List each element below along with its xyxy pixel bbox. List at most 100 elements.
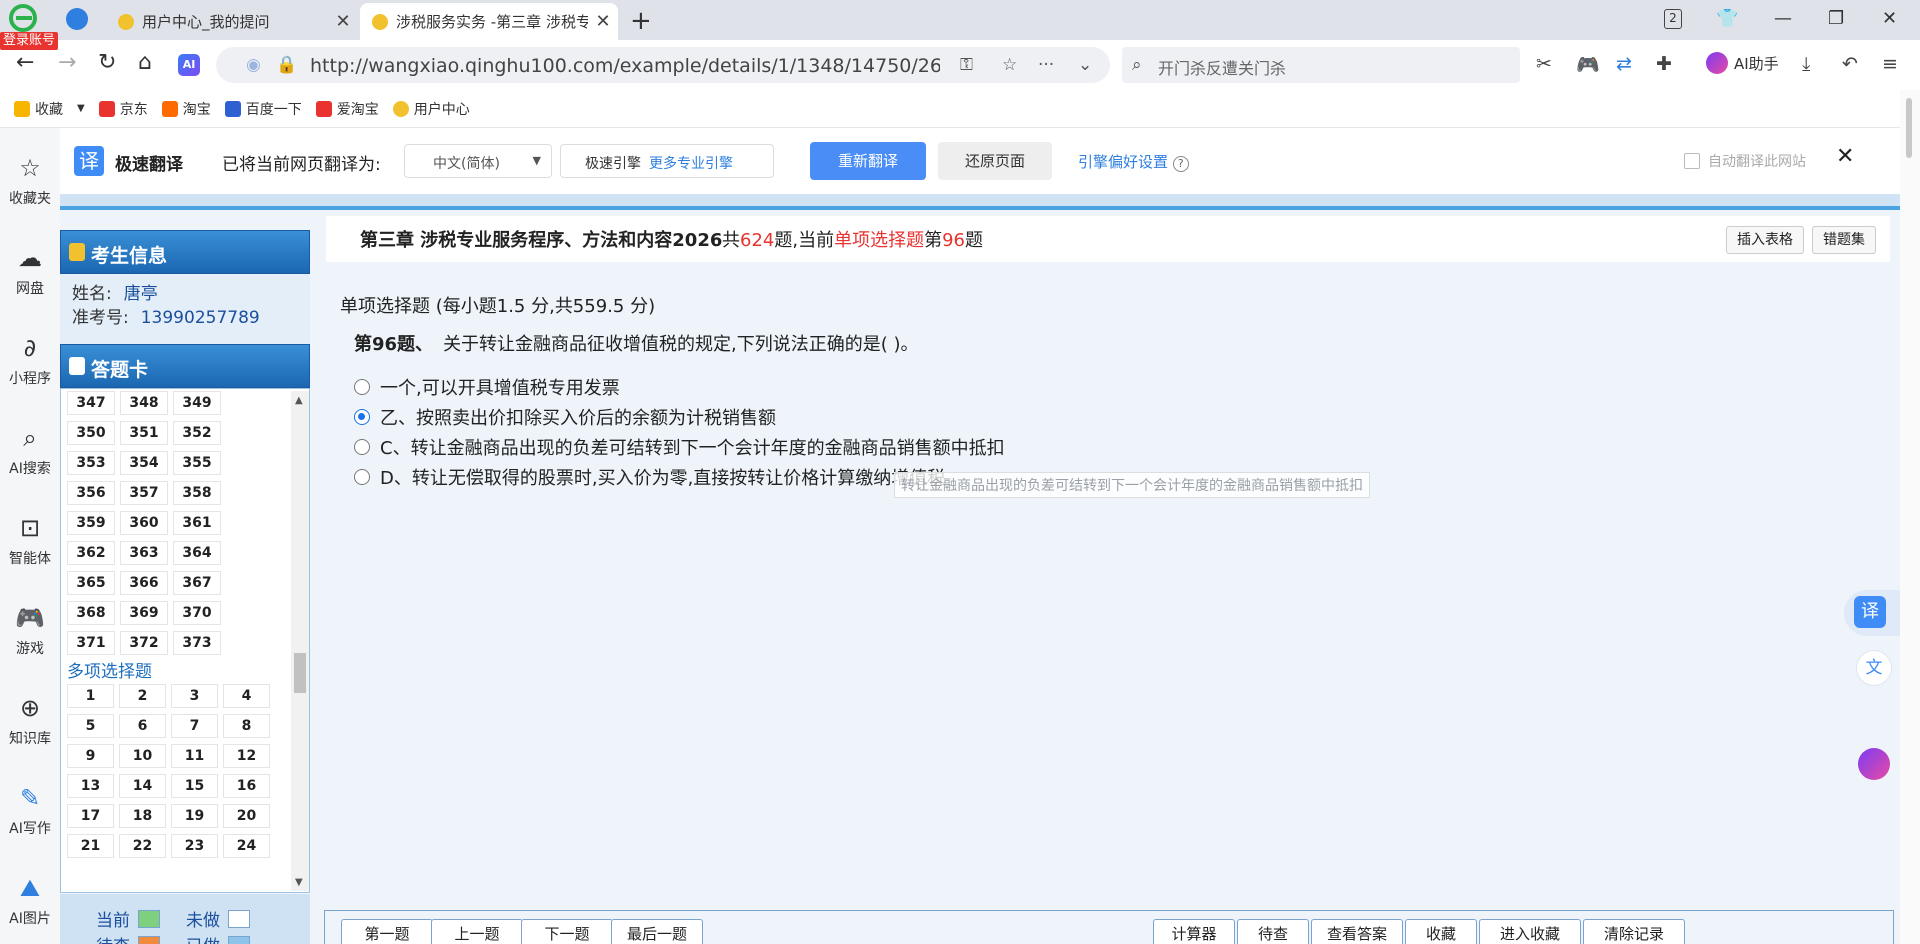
option-text[interactable]: 乙、按照卖出价扣除买入价后的余额为计税销售额 xyxy=(380,404,776,430)
question-number-cell[interactable]: 21 xyxy=(67,834,114,858)
game-icon[interactable]: 🎮 xyxy=(1576,53,1600,76)
forward-icon[interactable]: → xyxy=(58,50,76,75)
menu-icon[interactable]: ≡ xyxy=(1882,53,1898,75)
bookmark-user-center[interactable]: 用户中心 xyxy=(392,99,470,119)
question-number-cell[interactable]: 6 xyxy=(119,714,166,738)
option-text[interactable]: D、转让无偿取得的股票时,买入价为零,直接按转让价格计算缴纳增值税 xyxy=(380,464,945,490)
close-icon[interactable]: ✕ xyxy=(1836,144,1854,169)
next-question-button[interactable]: 下一题 xyxy=(521,919,613,944)
star-icon[interactable]: ☆ xyxy=(1002,55,1017,75)
translate-icon[interactable]: ⇄ xyxy=(1616,53,1632,75)
more-icon[interactable]: ··· xyxy=(1038,55,1054,75)
enter-favorites-button[interactable]: 进入收藏 xyxy=(1479,919,1581,944)
question-number-cell[interactable]: 2 xyxy=(119,684,166,708)
scroll-up-icon[interactable]: ▲ xyxy=(295,395,303,406)
scroll-thumb[interactable] xyxy=(294,653,306,693)
first-question-button[interactable]: 第一题 xyxy=(341,919,433,944)
question-number-cell[interactable]: 23 xyxy=(171,834,218,858)
tab-user-center[interactable]: 用户中心_我的提问 ✕ xyxy=(106,3,358,40)
option-c[interactable]: C、转让金融商品出现的负差可结转到下一个会计年度的金融商品销售额中抵扣 xyxy=(354,434,1005,460)
question-number-cell[interactable]: 368 xyxy=(67,601,115,625)
clear-records-button[interactable]: 清除记录 xyxy=(1583,919,1685,944)
view-answer-button[interactable]: 查看答案 xyxy=(1311,919,1403,944)
scissors-icon[interactable]: ✂ xyxy=(1536,53,1552,75)
radio-button[interactable] xyxy=(354,409,370,425)
question-number-cell[interactable]: 351 xyxy=(120,421,168,445)
language-select[interactable]: 中文(简体) ▼ xyxy=(404,144,552,178)
chevron-down-icon[interactable]: ▼ xyxy=(77,103,85,114)
question-number-cell[interactable]: 5 xyxy=(67,714,114,738)
sidebar-item-favorites[interactable]: ☆ 收藏夹 xyxy=(0,154,60,208)
question-number-cell[interactable]: 348 xyxy=(120,391,168,415)
option-b[interactable]: 乙、按照卖出价扣除买入价后的余额为计税销售额 xyxy=(354,404,776,430)
more-engines-link[interactable]: 更多专业引擎 xyxy=(649,156,733,172)
scroll-thumb[interactable] xyxy=(1906,98,1912,158)
engine-selector[interactable]: 极速引擎 更多专业引擎 xyxy=(560,144,774,178)
question-number-cell[interactable]: 350 xyxy=(67,421,115,445)
bookmark-taobao[interactable]: 淘宝 xyxy=(161,99,211,119)
question-number-cell[interactable]: 371 xyxy=(67,631,115,655)
help-icon[interactable]: ? xyxy=(1172,156,1189,172)
sidebar-item-miniprogram[interactable]: ∂ 小程序 xyxy=(0,334,60,388)
question-number-cell[interactable]: 9 xyxy=(67,744,114,768)
last-question-button[interactable]: 最后一题 xyxy=(611,919,703,944)
undo-icon[interactable]: ↶ xyxy=(1842,53,1858,75)
insert-table-button[interactable]: 插入表格 xyxy=(1726,226,1804,254)
question-number-cell[interactable]: 18 xyxy=(119,804,166,828)
page-scrollbar[interactable] xyxy=(1900,90,1920,944)
lock-icon[interactable]: 🔒 xyxy=(276,55,297,75)
floating-text-button[interactable]: 文 xyxy=(1856,650,1892,686)
shirt-icon[interactable]: 👕 xyxy=(1716,8,1738,29)
retranslate-button[interactable]: 重新翻译 xyxy=(810,142,926,180)
sidebar-item-agent[interactable]: ⊡ 智能体 xyxy=(0,514,60,568)
question-number-cell[interactable]: 367 xyxy=(173,571,221,595)
question-number-cell[interactable]: 1 xyxy=(67,684,114,708)
reload-icon[interactable]: ↻ xyxy=(98,50,116,75)
floating-translate-button[interactable]: 译 xyxy=(1844,590,1900,636)
question-number-cell[interactable]: 10 xyxy=(119,744,166,768)
back-icon[interactable]: ← xyxy=(16,50,34,75)
question-number-cell[interactable]: 355 xyxy=(173,451,221,475)
sidebar-item-knowledge[interactable]: ⊕ 知识库 xyxy=(0,694,60,748)
question-number-cell[interactable]: 361 xyxy=(173,511,221,535)
restore-page-button[interactable]: 还原页面 xyxy=(938,142,1052,180)
ai-icon[interactable]: AI xyxy=(178,54,200,76)
sidebar-item-ai-search[interactable]: ⌕ AI搜索 xyxy=(0,424,60,478)
question-number-cell[interactable]: 356 xyxy=(67,481,115,505)
question-number-cell[interactable]: 7 xyxy=(171,714,218,738)
radio-button[interactable] xyxy=(354,469,370,485)
option-text[interactable]: 一个,可以开具增值税专用发票 xyxy=(380,374,620,400)
question-number-cell[interactable]: 12 xyxy=(223,744,270,768)
question-number-cell[interactable]: 372 xyxy=(120,631,168,655)
question-number-cell[interactable]: 17 xyxy=(67,804,114,828)
auto-translate-checkbox[interactable] xyxy=(1684,153,1700,169)
previous-question-button[interactable]: 上一题 xyxy=(431,919,523,944)
question-number-cell[interactable]: 357 xyxy=(120,481,168,505)
restore-icon[interactable]: ❐ xyxy=(1828,8,1844,29)
sidebar-item-ai-writing[interactable]: ✎ AI写作 xyxy=(0,784,60,838)
question-number-cell[interactable]: 366 xyxy=(120,571,168,595)
question-number-cell[interactable]: 358 xyxy=(173,481,221,505)
extension-icon[interactable]: ✚ xyxy=(1656,53,1672,75)
question-number-cell[interactable]: 11 xyxy=(171,744,218,768)
option-text[interactable]: C、转让金融商品出现的负差可结转到下一个会计年度的金融商品销售额中抵扣 xyxy=(380,434,1005,460)
search-query[interactable]: 开门杀反遭关门杀 xyxy=(1158,55,1286,79)
favorite-button[interactable]: 收藏 xyxy=(1405,919,1477,944)
option-d[interactable]: D、转让无偿取得的股票时,买入价为零,直接按转让价格计算缴纳增值税 xyxy=(354,464,945,490)
bookmark-baidu[interactable]: 百度一下 xyxy=(224,99,302,119)
sidebar-item-games[interactable]: 🎮 游戏 xyxy=(0,604,60,658)
radio-button[interactable] xyxy=(354,379,370,395)
question-number-cell[interactable]: 347 xyxy=(67,391,115,415)
bookmark-jd[interactable]: 京东 xyxy=(98,99,148,119)
pending-button[interactable]: 待查 xyxy=(1237,919,1309,944)
login-badge[interactable]: 登录账号 xyxy=(0,32,59,50)
url-text[interactable]: http://wangxiao.qinghu100.com/example/de… xyxy=(310,55,940,77)
radio-button[interactable] xyxy=(354,439,370,455)
question-number-cell[interactable]: 352 xyxy=(173,421,221,445)
question-number-cell[interactable]: 363 xyxy=(120,541,168,565)
question-number-cell[interactable]: 3 xyxy=(171,684,218,708)
question-number-cell[interactable]: 24 xyxy=(223,834,270,858)
question-number-cell[interactable]: 365 xyxy=(67,571,115,595)
home-icon[interactable]: ⌂ xyxy=(138,50,152,75)
question-number-cell[interactable]: 14 xyxy=(119,774,166,798)
